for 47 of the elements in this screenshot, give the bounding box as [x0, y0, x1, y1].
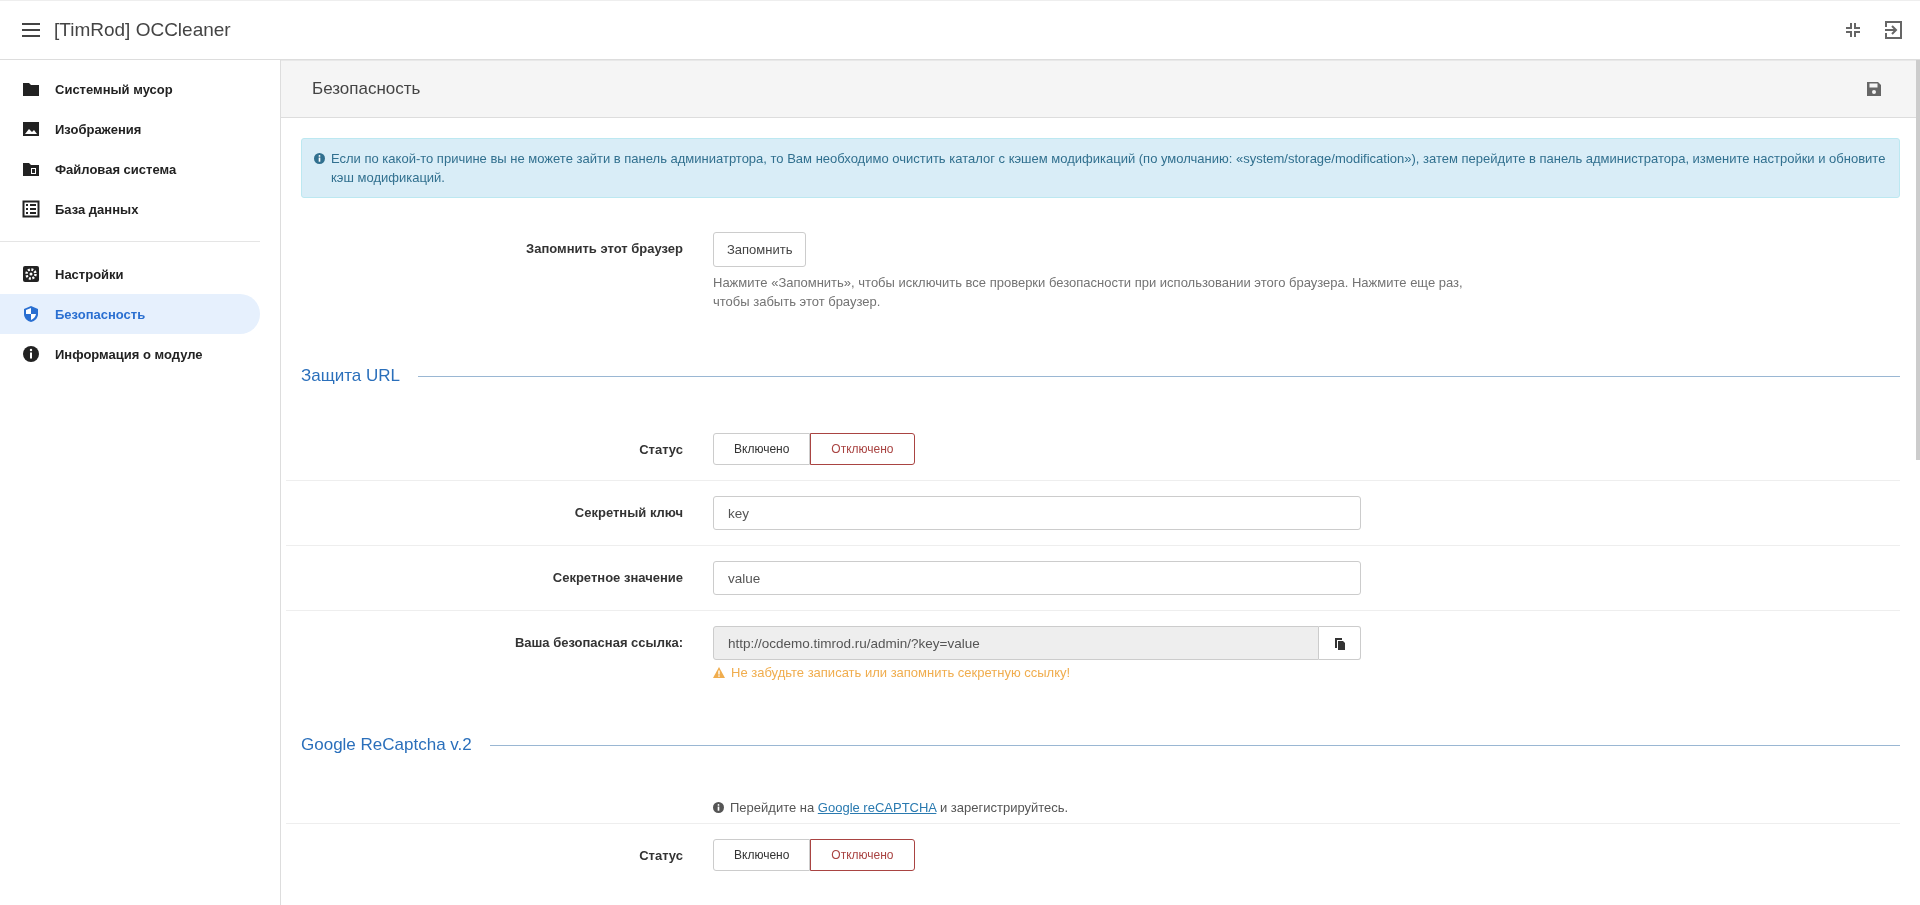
warning-icon [713, 667, 725, 678]
help-text: Нажмите «Запомнить», чтобы исключить все проверки безопасности при использовании этого браузера. Нажмите еще раз, чтобы забыть этот браузер. [713, 274, 1464, 311]
warning-text: Не забудьте записать или запомнить секретную ссылку! [731, 665, 1071, 680]
info-icon [713, 802, 724, 813]
panel-title: Безопасность [312, 79, 421, 99]
field-label: Статус [638, 441, 684, 459]
info-icon [22, 345, 40, 363]
menu-icon[interactable] [22, 23, 40, 37]
field-label: Статус [638, 847, 684, 865]
sidebar-item[interactable]: Настройки [0, 254, 260, 294]
sidebar-item[interactable]: Файловая система [0, 149, 260, 189]
section-heading: Google ReCaptcha v.2 [301, 735, 472, 755]
logout-icon[interactable] [1884, 21, 1902, 39]
toggle-button[interactable]: Отключено [810, 433, 915, 465]
info-icon [314, 153, 325, 164]
image-icon [22, 120, 40, 138]
settings-icon [22, 265, 40, 283]
sidebar-item[interactable]: Информация о модуле [0, 334, 260, 374]
input-field[interactable]: key [713, 496, 1361, 530]
note-text: Перейдите на Google reCAPTCHA и зарегистрируйтесь. [730, 800, 1069, 815]
toggle-button[interactable]: Отключено [810, 839, 915, 871]
link-field[interactable]: http://ocdemo.timrod.ru/admin/?key=value [713, 626, 1319, 660]
app-title: [TimRod] OCCleaner [54, 19, 231, 41]
input-field[interactable]: value [713, 561, 1361, 595]
shield-icon [22, 305, 40, 323]
file-folder-icon [22, 160, 40, 178]
sidebar-item[interactable]: Безопасность [0, 294, 260, 334]
folder-icon [22, 80, 40, 98]
copy-button[interactable] [1319, 626, 1361, 660]
field-label: Ваша безопасная ссылка: [513, 634, 684, 652]
clipboard-icon [1333, 636, 1346, 650]
toggle-button[interactable]: Включено [713, 433, 811, 465]
sidebar-item[interactable]: База данных [0, 189, 260, 229]
field-label: Секретное значение [551, 569, 684, 587]
remember-button[interactable]: Запомнить [713, 232, 807, 267]
collapse-icon[interactable] [1846, 23, 1860, 37]
toggle-button[interactable]: Включено [713, 839, 811, 871]
recaptcha-link[interactable]: Google reCAPTCHA [817, 800, 937, 815]
list-icon [22, 200, 40, 218]
sidebar-item[interactable]: Системный мусор [0, 69, 260, 109]
scrollbar[interactable] [1916, 60, 1920, 460]
field-label: Запомнить этот браузер [525, 240, 684, 258]
sidebar-item[interactable]: Изображения [0, 109, 260, 149]
field-label: Секретный ключ [573, 504, 684, 522]
section-heading: Защита URL [301, 366, 400, 386]
alert-text: Если по какой-то причине вы не можете зайти в панель админиатртора, то Вам необходимо очистить каталог с кэшем модификаций (по умолчанию: «system/storage/modification»), затем перейдите в панель администратора, измените настройки и обновите кэш модификаций. [331, 150, 1887, 187]
save-icon[interactable] [1866, 81, 1882, 97]
